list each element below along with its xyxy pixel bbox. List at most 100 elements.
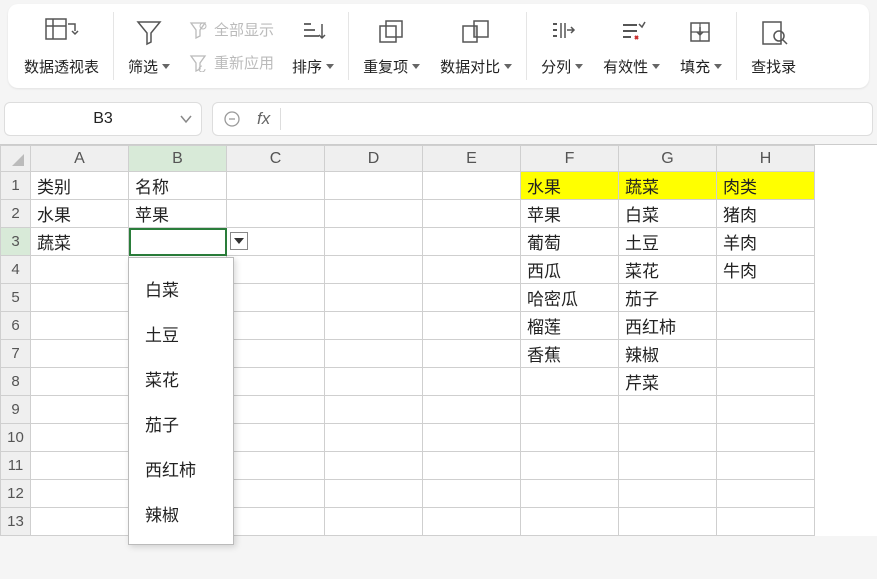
column-header-D[interactable]: D [325,146,423,172]
cell-A6[interactable] [31,312,129,340]
row-header-13[interactable]: 13 [1,508,31,536]
cell-H2[interactable]: 猪肉 [717,200,815,228]
validity-button[interactable]: 有效性 [593,16,670,77]
cell-H5[interactable] [717,284,815,312]
pivot-table-button[interactable]: 数据透视表 [14,16,109,77]
cell-D7[interactable] [325,340,423,368]
cell-F13[interactable] [521,508,619,536]
cell-B3[interactable] [129,228,227,256]
cell-E4[interactable] [423,256,521,284]
cell-H7[interactable] [717,340,815,368]
dropdown-item[interactable]: 土豆 [129,311,233,356]
row-header-10[interactable]: 10 [1,424,31,452]
row-header-1[interactable]: 1 [1,172,31,200]
dropdown-item[interactable]: 西红柿 [129,446,233,491]
fill-button[interactable]: 填充 [670,16,732,77]
cell-G7[interactable]: 辣椒 [619,340,717,368]
cell-C11[interactable] [227,452,325,480]
spreadsheet-grid[interactable]: ABCDEFGH1类别名称水果蔬菜肉类2水果苹果苹果白菜猪肉3蔬菜葡萄土豆羊肉4… [0,144,877,536]
cell-H6[interactable] [717,312,815,340]
cell-F9[interactable] [521,396,619,424]
row-header-8[interactable]: 8 [1,368,31,396]
validation-dropdown[interactable]: 白菜土豆菜花茄子西红柿辣椒 [128,257,234,545]
cell-B2[interactable]: 苹果 [129,200,227,228]
cell-D1[interactable] [325,172,423,200]
cell-C8[interactable] [227,368,325,396]
cell-C12[interactable] [227,480,325,508]
row-header-7[interactable]: 7 [1,340,31,368]
data-compare-button[interactable]: 数据对比 [430,16,522,77]
cell-A8[interactable] [31,368,129,396]
cell-D11[interactable] [325,452,423,480]
formula-input[interactable] [287,111,864,128]
cell-F8[interactable] [521,368,619,396]
cell-H11[interactable] [717,452,815,480]
cell-F1[interactable]: 水果 [521,172,619,200]
cell-G10[interactable] [619,424,717,452]
cell-H10[interactable] [717,424,815,452]
name-box[interactable]: B3 [4,102,202,136]
cell-A9[interactable] [31,396,129,424]
cell-D9[interactable] [325,396,423,424]
row-header-11[interactable]: 11 [1,452,31,480]
cell-A7[interactable] [31,340,129,368]
row-header-5[interactable]: 5 [1,284,31,312]
dropdown-item[interactable]: 菜花 [129,356,233,401]
column-header-B[interactable]: B [129,146,227,172]
cell-G11[interactable] [619,452,717,480]
cell-C10[interactable] [227,424,325,452]
cell-E12[interactable] [423,480,521,508]
cell-C5[interactable] [227,284,325,312]
cell-E7[interactable] [423,340,521,368]
cell-G8[interactable]: 芹菜 [619,368,717,396]
cell-C7[interactable] [227,340,325,368]
cell-G4[interactable]: 菜花 [619,256,717,284]
column-header-A[interactable]: A [31,146,129,172]
cell-E5[interactable] [423,284,521,312]
column-header-F[interactable]: F [521,146,619,172]
row-header-4[interactable]: 4 [1,256,31,284]
dropdown-item[interactable]: 辣椒 [129,491,233,536]
cell-G5[interactable]: 茄子 [619,284,717,312]
cell-E6[interactable] [423,312,521,340]
cell-F10[interactable] [521,424,619,452]
cell-E13[interactable] [423,508,521,536]
column-header-G[interactable]: G [619,146,717,172]
cell-C9[interactable] [227,396,325,424]
cell-D5[interactable] [325,284,423,312]
cell-A12[interactable] [31,480,129,508]
cell-E10[interactable] [423,424,521,452]
cell-A11[interactable] [31,452,129,480]
cell-D10[interactable] [325,424,423,452]
cell-D8[interactable] [325,368,423,396]
column-header-C[interactable]: C [227,146,325,172]
cell-F11[interactable] [521,452,619,480]
cell-F4[interactable]: 西瓜 [521,256,619,284]
cell-D6[interactable] [325,312,423,340]
cell-A1[interactable]: 类别 [31,172,129,200]
row-header-12[interactable]: 12 [1,480,31,508]
cell-A3[interactable]: 蔬菜 [31,228,129,256]
dropdown-item[interactable]: 白菜 [129,266,233,311]
row-header-6[interactable]: 6 [1,312,31,340]
cell-D12[interactable] [325,480,423,508]
row-header-3[interactable]: 3 [1,228,31,256]
cell-A13[interactable] [31,508,129,536]
cell-H1[interactable]: 肉类 [717,172,815,200]
cell-G12[interactable] [619,480,717,508]
cell-G2[interactable]: 白菜 [619,200,717,228]
cell-G6[interactable]: 西红柿 [619,312,717,340]
cell-C6[interactable] [227,312,325,340]
cell-F5[interactable]: 哈密瓜 [521,284,619,312]
cell-H4[interactable]: 牛肉 [717,256,815,284]
split-button[interactable]: 分列 [531,16,593,77]
duplicates-button[interactable]: 重复项 [353,16,430,77]
cell-A4[interactable] [31,256,129,284]
cell-G1[interactable]: 蔬菜 [619,172,717,200]
cell-F6[interactable]: 榴莲 [521,312,619,340]
cell-G9[interactable] [619,396,717,424]
row-header-2[interactable]: 2 [1,200,31,228]
cell-A5[interactable] [31,284,129,312]
cell-D4[interactable] [325,256,423,284]
cell-C1[interactable] [227,172,325,200]
